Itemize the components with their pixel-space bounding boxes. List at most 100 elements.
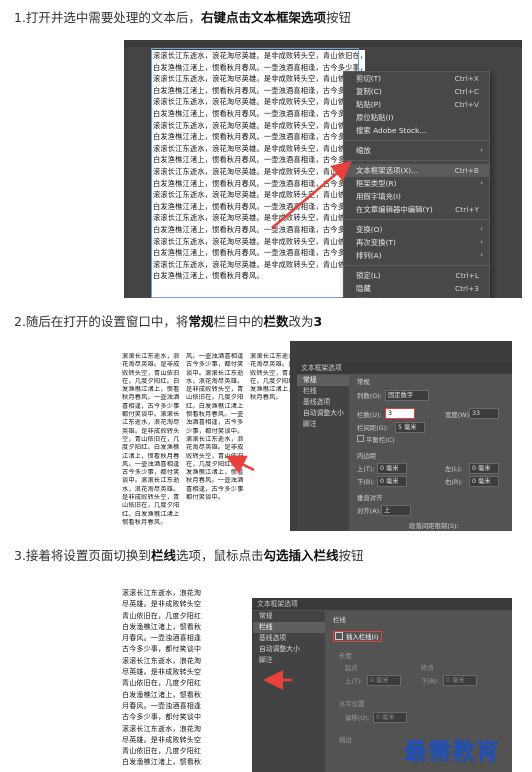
context-menu-item[interactable]: 原位粘贴(I) [344, 111, 489, 124]
dialog-nav-item[interactable]: 栏线 [297, 386, 349, 397]
context-menu-item[interactable]: 变换(O) › [344, 223, 489, 236]
doc3-line: 滚滚长江东逝水，浪花淘 [122, 724, 202, 733]
start-label: 起点 [345, 664, 358, 672]
doc2-line: 江渚上，惯看秋月春 [122, 452, 180, 460]
doc2-line: 山依旧在，几度夕阳 [122, 502, 180, 510]
dialog-nav-item[interactable]: 自动调整大小 [297, 408, 349, 419]
insert-column-rule-option[interactable]: 插入栏线(I) [333, 631, 383, 642]
inset-top-input[interactable]: 0 毫米 [377, 463, 407, 474]
doc2-line: 惯看秋月春风。一壶 [186, 411, 244, 419]
menu-item-label: 排列(A) [356, 251, 382, 260]
menu-item-shortcut: Ctrl+V [454, 100, 479, 109]
context-menu-item[interactable]: 剪切(T) Ctrl+X [344, 72, 489, 85]
doc2-column-2: 风。一壶浊酒喜相逢 古今多少事，都付笑 谈中。滚滚长江东逝 水，浪花淘尽英雄。 是非成败… [186, 353, 246, 531]
step2-title-bold-1: 常规 [188, 314, 214, 329]
column-count-input[interactable]: 3 [385, 408, 415, 419]
rule-bottom-input[interactable]: 0 毫米 [443, 675, 477, 686]
align-select[interactable]: 上 [381, 505, 411, 516]
columns-mode-select[interactable]: 固定数字 [385, 390, 429, 401]
doc2-line: 水，浪花淘尽英雄。 [122, 485, 180, 493]
dialog-nav-item[interactable]: 栏线 [253, 622, 325, 633]
doc2-line: 喜相逢，古今多少事 [186, 485, 244, 493]
step3-title-prefix: 3.接着将设置页面切换到 [14, 548, 151, 563]
doc2-line: 古今多少事，都付笑 [186, 361, 244, 369]
gutter-input[interactable]: 5 毫米 [395, 422, 425, 433]
dialog-nav-item[interactable]: 常规 [253, 611, 325, 622]
doc3-line: 青山依旧在，几度夕阳红 [122, 679, 202, 688]
context-menu-item[interactable]: 描边粗细 › [344, 295, 489, 298]
dialog-nav-item[interactable]: 脚注 [297, 419, 349, 430]
doc2-line: 英雄。是非成败转头 [122, 427, 180, 435]
menu-separator [344, 140, 489, 141]
context-menu-item[interactable]: 用假字填充(I) [344, 190, 489, 203]
context-menu-item[interactable]: 再次变换(T) › [344, 236, 489, 249]
doc2-line: 谈中。滚滚长江东逝 [186, 369, 244, 377]
doc3-line: 尽英雄。是非成败转头空 [122, 735, 202, 744]
doc2-line: 少事，都付笑谈中。 [186, 427, 244, 435]
doc3-line: 古今多少事，都付笑谈中 [122, 645, 202, 654]
rule-top-input[interactable]: 0 毫米 [367, 675, 401, 686]
watermark-logo: 最需教育 [404, 738, 500, 765]
doc2-line: 谈中。滚滚长江东逝 [122, 477, 180, 485]
dialog-nav-item[interactable]: 基线选项 [297, 397, 349, 408]
context-menu[interactable]: 剪切(T) Ctrl+X 复制(C) Ctrl+C 粘贴(P) Ctrl+V 原位粘贴(I)… [343, 71, 490, 298]
inset-left-input[interactable]: 0 毫米 [469, 463, 499, 474]
menu-item-shortcut: Ctrl+X [454, 74, 479, 83]
balance-label-text: 平衡栏(C) [366, 436, 395, 444]
context-menu-item[interactable]: 缩放 › [344, 144, 489, 157]
inset-right-input[interactable]: 0 毫米 [469, 476, 499, 487]
menu-item-label: 文本框架选项(X)... [356, 166, 419, 175]
doc2-line: 败转头空，青山依旧 [122, 369, 180, 377]
stroke-group-label: 描边 [339, 736, 352, 744]
doc3-line: 青山依旧在，几度夕阳红 [122, 611, 202, 620]
step2-title-bold-3: 3 [313, 314, 323, 329]
offset-input[interactable]: 0 毫米 [373, 712, 407, 723]
step2-title-mid: 栏目中的 [213, 314, 264, 329]
context-menu-item[interactable]: 排列(A) › [344, 249, 489, 262]
context-menu-item[interactable]: 复制(C) Ctrl+C [344, 85, 489, 98]
balance-checkbox-label[interactable]: 平衡栏(C) [357, 435, 395, 444]
doc2-line: 在，几度夕阳红。白 [122, 377, 180, 385]
step1-title-prefix: 1.打开并选中需要处理的文本后， [14, 10, 201, 25]
context-menu-item[interactable]: 锁定(L) Ctrl+L [344, 269, 489, 282]
context-menu-item[interactable]: 隐藏 Ctrl+3 [344, 282, 489, 295]
vertical-align-group-label: 垂直对齐 [357, 494, 383, 502]
doc2-line: 浊酒喜相逢，古今多 [186, 419, 244, 427]
doc2-line: 度夕阳红。白发渔樵 [122, 444, 180, 452]
context-menu-item[interactable]: 在文章编辑器中编辑(Y) Ctrl+Y [344, 203, 489, 216]
dialog3-nav[interactable]: 常规 栏线 基线选项 自动调整大小 脚注 [253, 611, 325, 772]
width-input[interactable]: 33 [469, 408, 499, 419]
text-frame-options-dialog[interactable]: 文本框架选项 常规 栏线 基线选项 自动调整大小 脚注 常规 列数(O): 固定数字 栏… [296, 362, 512, 531]
menu-item-shortcut: Ctrl+C [454, 87, 479, 96]
context-menu-item[interactable]: 框架类型(R) › [344, 177, 489, 190]
doc3-line: 青山依旧在，几度夕阳红 [122, 747, 202, 756]
gutter-label: 栏间距(G): [357, 424, 389, 432]
dialog-nav-item[interactable]: 脚注 [253, 655, 325, 666]
menu-separator [344, 219, 489, 220]
inset-bottom-input[interactable]: 0 毫米 [377, 476, 407, 487]
context-menu-item[interactable]: 粘贴(P) Ctrl+V [344, 98, 489, 111]
doc3-line: 滚滚长江东逝水，浪花淘 [122, 589, 202, 597]
dialog-nav[interactable]: 常规 栏线 基线选项 自动调整大小 脚注 [297, 375, 349, 531]
doc2-line: 红。白发渔樵江渚上 [122, 510, 180, 518]
menu-item-label: 剪切(T) [356, 74, 382, 83]
dialog-nav-item[interactable]: 常规 [297, 375, 349, 386]
insert-column-rule-checkbox[interactable] [335, 632, 343, 640]
menu-separator [344, 160, 489, 161]
submenu-chevron-icon: › [480, 251, 483, 259]
doc2-line: 古今多少事，都付笑 [122, 469, 180, 477]
inset-left-label: 左(L): [445, 465, 463, 473]
doc2-line: 花淘尽英雄。是非成 [186, 444, 244, 452]
doc2-line: 江东逝水，浪花淘尽 [122, 419, 180, 427]
section-label: 常规 [357, 378, 370, 386]
balance-checkbox[interactable] [357, 435, 364, 442]
horizontal-group-label: 水平位置 [339, 700, 365, 708]
text-frame-selection[interactable] [151, 48, 359, 298]
dialog-nav-item[interactable]: 基线选项 [253, 633, 325, 644]
context-menu-item[interactable]: 文本框架选项(X)... Ctrl+B [344, 164, 489, 177]
menu-item-label: 原位粘贴(I) [356, 113, 394, 122]
context-menu-item[interactable]: 搜索 Adobe Stock... [344, 124, 489, 137]
menu-item-label: 隐藏 [356, 284, 371, 293]
doc2-line: 败转头空，青山依旧 [186, 452, 244, 460]
dialog-nav-item[interactable]: 自动调整大小 [253, 644, 325, 655]
